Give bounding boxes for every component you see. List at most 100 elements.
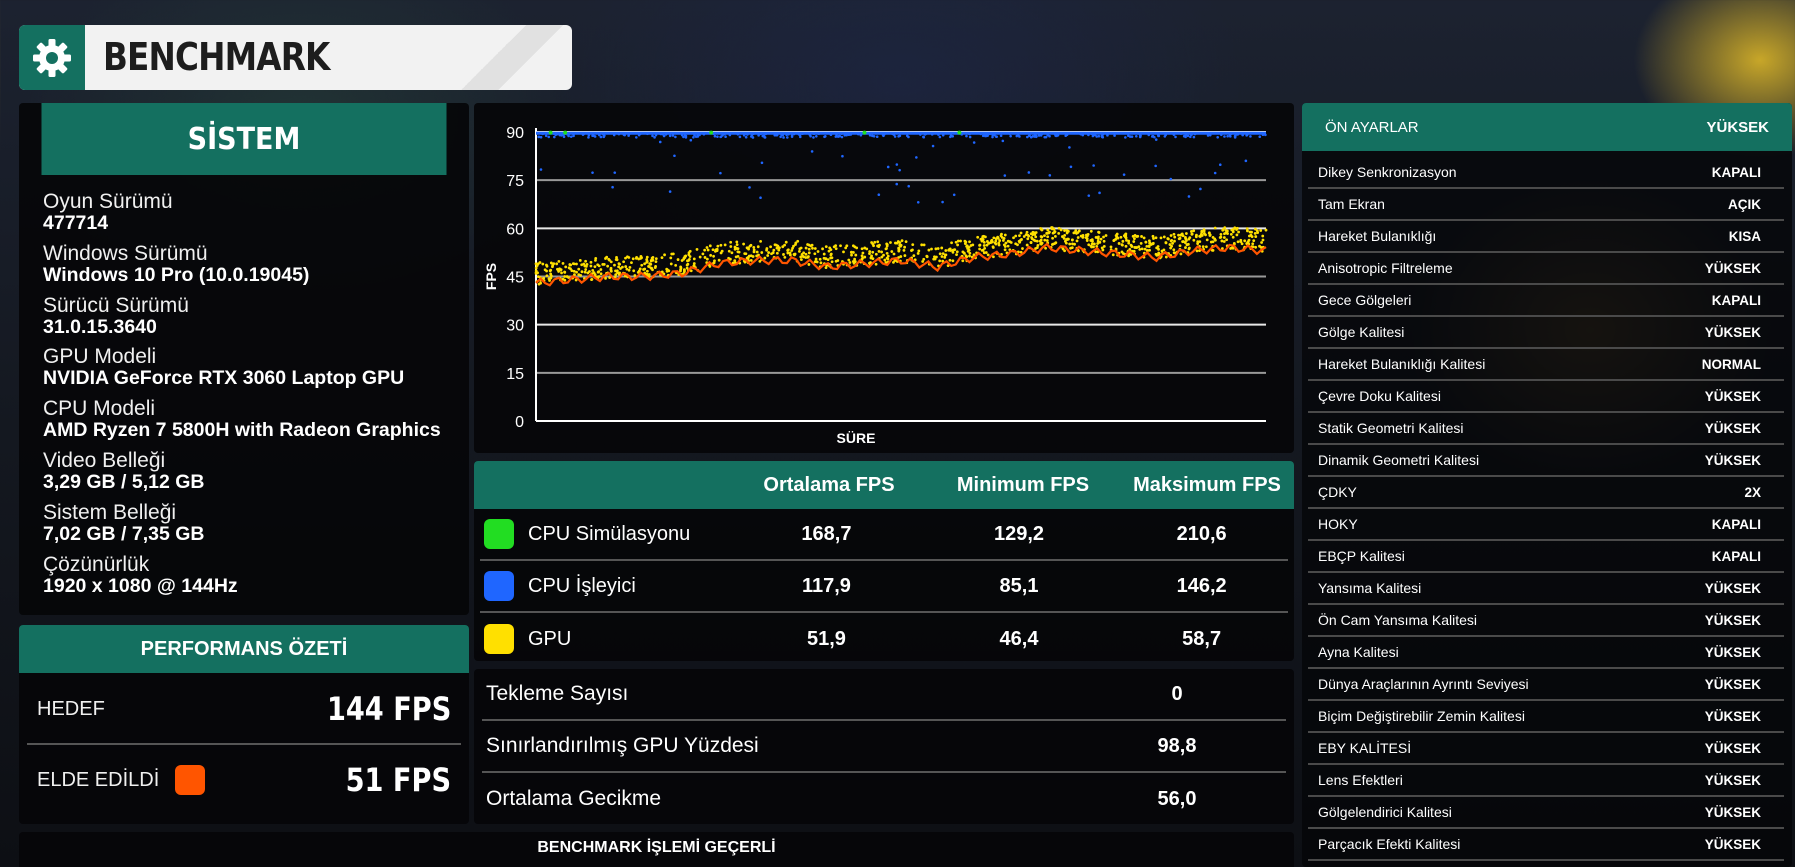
gpu-point <box>590 277 594 281</box>
cpu-render-point <box>674 135 677 139</box>
target-row: HEDEF 144 FPS <box>27 675 461 745</box>
gpu-point <box>1024 233 1028 237</box>
gpu-point <box>991 245 995 249</box>
gpu-point <box>1221 228 1225 232</box>
cpu-render-point <box>544 134 548 138</box>
performance-summary-panel: PERFORMANS ÖZETİ HEDEF 144 FPS ELDE EDİL… <box>19 625 469 824</box>
gpu-point <box>586 271 590 275</box>
gpu-point <box>950 241 953 245</box>
cpu-render-point <box>965 134 968 138</box>
stat-label: Sınırlandırılmış GPU Yüzdesi <box>486 734 759 757</box>
gpu-point <box>1159 236 1163 240</box>
gpu-point <box>645 255 649 259</box>
gpu-point <box>1246 229 1249 233</box>
cpu-render-point <box>1154 138 1158 141</box>
gpu-point <box>735 240 739 244</box>
gpu-point <box>1222 240 1226 243</box>
gpu-point <box>618 271 622 275</box>
gpu-point <box>788 253 792 257</box>
gpu-point <box>783 256 787 259</box>
gpu-point <box>745 246 749 250</box>
gpu-point <box>605 255 609 259</box>
cpu-render-point <box>1199 187 1202 191</box>
gpu-point <box>1239 240 1243 244</box>
gpu-point <box>1129 243 1133 247</box>
header-avg-fps: Ortalama FPS <box>763 473 895 496</box>
title-stripe <box>452 25 572 90</box>
gpu-point <box>1154 236 1158 240</box>
gpu-point <box>1205 238 1209 242</box>
gpu-point <box>645 260 649 264</box>
cpu-render-point <box>587 136 590 139</box>
setting-value: KAPALI <box>1711 164 1761 180</box>
cpu-render-point <box>898 168 901 172</box>
setting-row: Ayna Kalitesi YÜKSEK <box>1308 637 1784 669</box>
gpu-point <box>749 243 753 247</box>
cpu-render-point <box>815 134 818 138</box>
achieved-value: 51 FPS <box>345 761 451 799</box>
fps-chart-panel: 90 75 60 45 30 15 0 FPS SÜRE <box>474 103 1294 453</box>
setting-label: Lens Efektleri <box>1318 772 1403 788</box>
setting-label: Parçacık Efekti Kalitesi <box>1318 836 1461 852</box>
gpu-point <box>1032 238 1036 242</box>
gpu-point <box>1121 243 1124 247</box>
gpu-point <box>1094 236 1098 239</box>
system-info-label: Windows Sürümü <box>43 241 208 265</box>
gpu-point <box>1160 249 1164 253</box>
gpu-point <box>1046 235 1050 239</box>
gpu-point <box>997 241 1001 245</box>
gpu-point <box>1019 238 1023 242</box>
gpu-point <box>1043 238 1047 242</box>
gpu-point <box>736 247 740 251</box>
gpu-point <box>575 262 578 266</box>
gpu-point <box>813 252 817 256</box>
gpu-point <box>1145 244 1149 248</box>
gpu-point <box>634 256 638 260</box>
gpu-point <box>1085 237 1089 240</box>
gpu-point <box>1052 231 1056 235</box>
gpu-point <box>816 250 820 253</box>
gpu-point <box>676 258 680 261</box>
gpu-point <box>1073 242 1076 246</box>
cpu-render-point <box>599 135 603 139</box>
gpu-point <box>698 255 702 259</box>
setting-value: YÜKSEK <box>1704 740 1761 756</box>
gpu-point <box>1172 232 1176 236</box>
cpu-render-point <box>1134 134 1138 138</box>
cpu-render-point <box>689 138 693 142</box>
gpu-point <box>813 247 817 250</box>
cpu-render-point <box>824 134 827 138</box>
gpu-point <box>1099 237 1103 241</box>
gpu-point <box>660 256 664 260</box>
gpu-point <box>1097 230 1100 234</box>
gpu-point <box>1012 236 1015 240</box>
gpu-point <box>927 248 931 252</box>
gpu-point <box>819 261 823 265</box>
cpu-render-point <box>567 134 570 138</box>
gpu-point <box>767 251 771 254</box>
stat-row: Ortalama Gecikme 56,0 <box>482 773 1286 824</box>
gpu-point <box>1236 240 1240 244</box>
gpu-point <box>759 239 762 243</box>
gpu-point <box>851 244 855 248</box>
gpu-point <box>1039 242 1043 246</box>
system-info-item: Video Belleği 3,29 GB / 5,12 GB <box>43 449 469 502</box>
stat-row: Tekleme Sayısı 0 <box>482 669 1286 721</box>
row-name: CPU İşleyici <box>528 574 636 597</box>
gpu-point <box>792 253 796 256</box>
gpu-point <box>650 256 654 260</box>
setting-value: YÜKSEK <box>1704 324 1761 340</box>
table-row: CPU İşleyici 117,9 85,1 146,2 <box>480 561 1288 613</box>
gpu-point <box>1264 228 1268 232</box>
gpu-point <box>1043 234 1046 238</box>
gpu-point <box>940 246 944 250</box>
target-label: HEDEF <box>37 697 105 720</box>
setting-row: Gölgelendirici Kalitesi YÜKSEK <box>1308 797 1784 829</box>
gpu-point <box>1030 236 1034 239</box>
setting-row: Anisotropic Filtreleme YÜKSEK <box>1308 253 1784 285</box>
gpu-point <box>839 244 842 248</box>
gpu-point <box>877 245 881 248</box>
cpu-render-point <box>1122 173 1126 176</box>
setting-label: Ayna Kalitesi <box>1318 644 1399 660</box>
gpu-point <box>1035 239 1039 243</box>
